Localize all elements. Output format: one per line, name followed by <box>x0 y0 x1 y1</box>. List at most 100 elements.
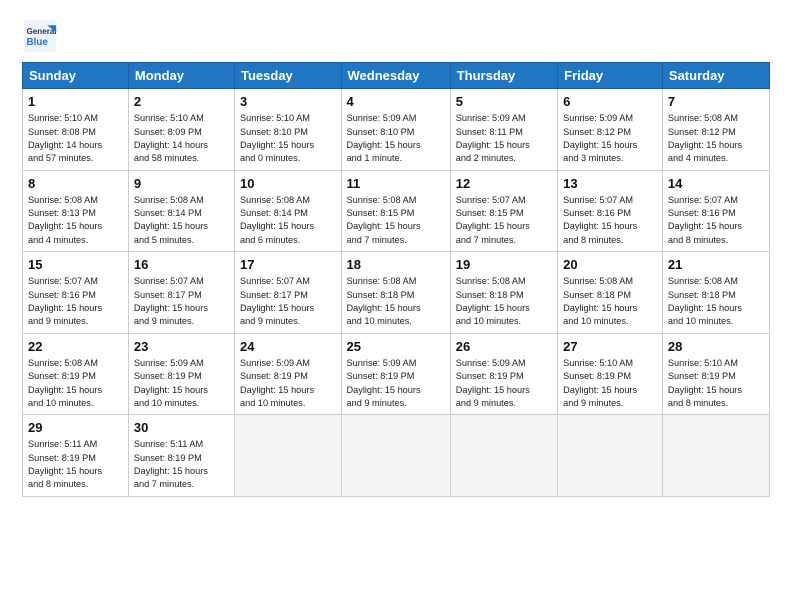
calendar-week-5: 29Sunrise: 5:11 AM Sunset: 8:19 PM Dayli… <box>23 415 770 497</box>
day-number: 12 <box>456 175 552 193</box>
weekday-friday: Friday <box>558 63 663 89</box>
day-info: Sunrise: 5:07 AM Sunset: 8:17 PM Dayligh… <box>134 275 229 328</box>
calendar-cell: 1Sunrise: 5:10 AM Sunset: 8:08 PM Daylig… <box>23 89 129 171</box>
calendar-header: SundayMondayTuesdayWednesdayThursdayFrid… <box>23 63 770 89</box>
day-info: Sunrise: 5:08 AM Sunset: 8:18 PM Dayligh… <box>347 275 445 328</box>
day-info: Sunrise: 5:09 AM Sunset: 8:19 PM Dayligh… <box>347 357 445 410</box>
day-info: Sunrise: 5:10 AM Sunset: 8:10 PM Dayligh… <box>240 112 336 165</box>
day-number: 27 <box>563 338 657 356</box>
day-info: Sunrise: 5:07 AM Sunset: 8:16 PM Dayligh… <box>28 275 123 328</box>
day-number: 2 <box>134 93 229 111</box>
logo-icon: General Blue <box>22 18 58 54</box>
day-number: 4 <box>347 93 445 111</box>
day-number: 5 <box>456 93 552 111</box>
day-info: Sunrise: 5:09 AM Sunset: 8:11 PM Dayligh… <box>456 112 552 165</box>
day-info: Sunrise: 5:07 AM Sunset: 8:17 PM Dayligh… <box>240 275 336 328</box>
header: General Blue <box>22 18 770 54</box>
calendar-cell <box>558 415 663 497</box>
day-number: 19 <box>456 256 552 274</box>
day-info: Sunrise: 5:07 AM Sunset: 8:15 PM Dayligh… <box>456 194 552 247</box>
weekday-thursday: Thursday <box>450 63 557 89</box>
calendar-cell: 29Sunrise: 5:11 AM Sunset: 8:19 PM Dayli… <box>23 415 129 497</box>
calendar-week-1: 1Sunrise: 5:10 AM Sunset: 8:08 PM Daylig… <box>23 89 770 171</box>
calendar-cell: 17Sunrise: 5:07 AM Sunset: 8:17 PM Dayli… <box>235 252 342 334</box>
calendar-cell: 30Sunrise: 5:11 AM Sunset: 8:19 PM Dayli… <box>128 415 234 497</box>
day-number: 11 <box>347 175 445 193</box>
day-number: 18 <box>347 256 445 274</box>
calendar-cell: 14Sunrise: 5:07 AM Sunset: 8:16 PM Dayli… <box>662 170 769 252</box>
day-info: Sunrise: 5:10 AM Sunset: 8:19 PM Dayligh… <box>563 357 657 410</box>
calendar-cell: 26Sunrise: 5:09 AM Sunset: 8:19 PM Dayli… <box>450 333 557 415</box>
calendar-cell: 7Sunrise: 5:08 AM Sunset: 8:12 PM Daylig… <box>662 89 769 171</box>
calendar-cell: 24Sunrise: 5:09 AM Sunset: 8:19 PM Dayli… <box>235 333 342 415</box>
day-number: 10 <box>240 175 336 193</box>
calendar-body: 1Sunrise: 5:10 AM Sunset: 8:08 PM Daylig… <box>23 89 770 497</box>
day-number: 17 <box>240 256 336 274</box>
day-info: Sunrise: 5:07 AM Sunset: 8:16 PM Dayligh… <box>563 194 657 247</box>
calendar-cell <box>450 415 557 497</box>
day-number: 6 <box>563 93 657 111</box>
day-info: Sunrise: 5:09 AM Sunset: 8:19 PM Dayligh… <box>134 357 229 410</box>
calendar-cell: 6Sunrise: 5:09 AM Sunset: 8:12 PM Daylig… <box>558 89 663 171</box>
day-number: 30 <box>134 419 229 437</box>
calendar-cell: 15Sunrise: 5:07 AM Sunset: 8:16 PM Dayli… <box>23 252 129 334</box>
day-number: 25 <box>347 338 445 356</box>
day-info: Sunrise: 5:07 AM Sunset: 8:16 PM Dayligh… <box>668 194 764 247</box>
day-number: 15 <box>28 256 123 274</box>
calendar-cell <box>235 415 342 497</box>
day-number: 29 <box>28 419 123 437</box>
day-number: 13 <box>563 175 657 193</box>
calendar-cell: 2Sunrise: 5:10 AM Sunset: 8:09 PM Daylig… <box>128 89 234 171</box>
calendar-cell: 21Sunrise: 5:08 AM Sunset: 8:18 PM Dayli… <box>662 252 769 334</box>
logo: General Blue <box>22 18 61 54</box>
day-info: Sunrise: 5:10 AM Sunset: 8:19 PM Dayligh… <box>668 357 764 410</box>
day-number: 14 <box>668 175 764 193</box>
day-number: 21 <box>668 256 764 274</box>
calendar-cell: 10Sunrise: 5:08 AM Sunset: 8:14 PM Dayli… <box>235 170 342 252</box>
weekday-tuesday: Tuesday <box>235 63 342 89</box>
day-info: Sunrise: 5:09 AM Sunset: 8:19 PM Dayligh… <box>240 357 336 410</box>
day-info: Sunrise: 5:09 AM Sunset: 8:12 PM Dayligh… <box>563 112 657 165</box>
calendar-cell: 4Sunrise: 5:09 AM Sunset: 8:10 PM Daylig… <box>341 89 450 171</box>
svg-text:Blue: Blue <box>27 37 49 48</box>
calendar-cell: 11Sunrise: 5:08 AM Sunset: 8:15 PM Dayli… <box>341 170 450 252</box>
calendar-week-2: 8Sunrise: 5:08 AM Sunset: 8:13 PM Daylig… <box>23 170 770 252</box>
day-info: Sunrise: 5:08 AM Sunset: 8:18 PM Dayligh… <box>456 275 552 328</box>
day-info: Sunrise: 5:08 AM Sunset: 8:18 PM Dayligh… <box>668 275 764 328</box>
weekday-wednesday: Wednesday <box>341 63 450 89</box>
day-info: Sunrise: 5:08 AM Sunset: 8:14 PM Dayligh… <box>240 194 336 247</box>
day-number: 16 <box>134 256 229 274</box>
day-info: Sunrise: 5:08 AM Sunset: 8:12 PM Dayligh… <box>668 112 764 165</box>
day-number: 20 <box>563 256 657 274</box>
calendar-cell <box>341 415 450 497</box>
day-number: 3 <box>240 93 336 111</box>
day-info: Sunrise: 5:09 AM Sunset: 8:19 PM Dayligh… <box>456 357 552 410</box>
day-info: Sunrise: 5:08 AM Sunset: 8:14 PM Dayligh… <box>134 194 229 247</box>
day-info: Sunrise: 5:11 AM Sunset: 8:19 PM Dayligh… <box>28 438 123 491</box>
calendar-cell <box>662 415 769 497</box>
calendar-week-4: 22Sunrise: 5:08 AM Sunset: 8:19 PM Dayli… <box>23 333 770 415</box>
calendar-cell: 20Sunrise: 5:08 AM Sunset: 8:18 PM Dayli… <box>558 252 663 334</box>
day-number: 9 <box>134 175 229 193</box>
day-number: 8 <box>28 175 123 193</box>
day-info: Sunrise: 5:09 AM Sunset: 8:10 PM Dayligh… <box>347 112 445 165</box>
calendar-cell: 18Sunrise: 5:08 AM Sunset: 8:18 PM Dayli… <box>341 252 450 334</box>
calendar-cell: 3Sunrise: 5:10 AM Sunset: 8:10 PM Daylig… <box>235 89 342 171</box>
day-number: 23 <box>134 338 229 356</box>
day-info: Sunrise: 5:08 AM Sunset: 8:18 PM Dayligh… <box>563 275 657 328</box>
day-info: Sunrise: 5:10 AM Sunset: 8:09 PM Dayligh… <box>134 112 229 165</box>
calendar-cell: 25Sunrise: 5:09 AM Sunset: 8:19 PM Dayli… <box>341 333 450 415</box>
calendar-cell: 28Sunrise: 5:10 AM Sunset: 8:19 PM Dayli… <box>662 333 769 415</box>
calendar-cell: 23Sunrise: 5:09 AM Sunset: 8:19 PM Dayli… <box>128 333 234 415</box>
day-info: Sunrise: 5:10 AM Sunset: 8:08 PM Dayligh… <box>28 112 123 165</box>
calendar-cell: 9Sunrise: 5:08 AM Sunset: 8:14 PM Daylig… <box>128 170 234 252</box>
day-info: Sunrise: 5:08 AM Sunset: 8:15 PM Dayligh… <box>347 194 445 247</box>
calendar-cell: 16Sunrise: 5:07 AM Sunset: 8:17 PM Dayli… <box>128 252 234 334</box>
calendar-cell: 5Sunrise: 5:09 AM Sunset: 8:11 PM Daylig… <box>450 89 557 171</box>
page: General Blue SundayMondayTuesdayWednesda… <box>0 0 792 612</box>
day-number: 26 <box>456 338 552 356</box>
calendar-cell: 27Sunrise: 5:10 AM Sunset: 8:19 PM Dayli… <box>558 333 663 415</box>
weekday-monday: Monday <box>128 63 234 89</box>
weekday-header-row: SundayMondayTuesdayWednesdayThursdayFrid… <box>23 63 770 89</box>
weekday-saturday: Saturday <box>662 63 769 89</box>
